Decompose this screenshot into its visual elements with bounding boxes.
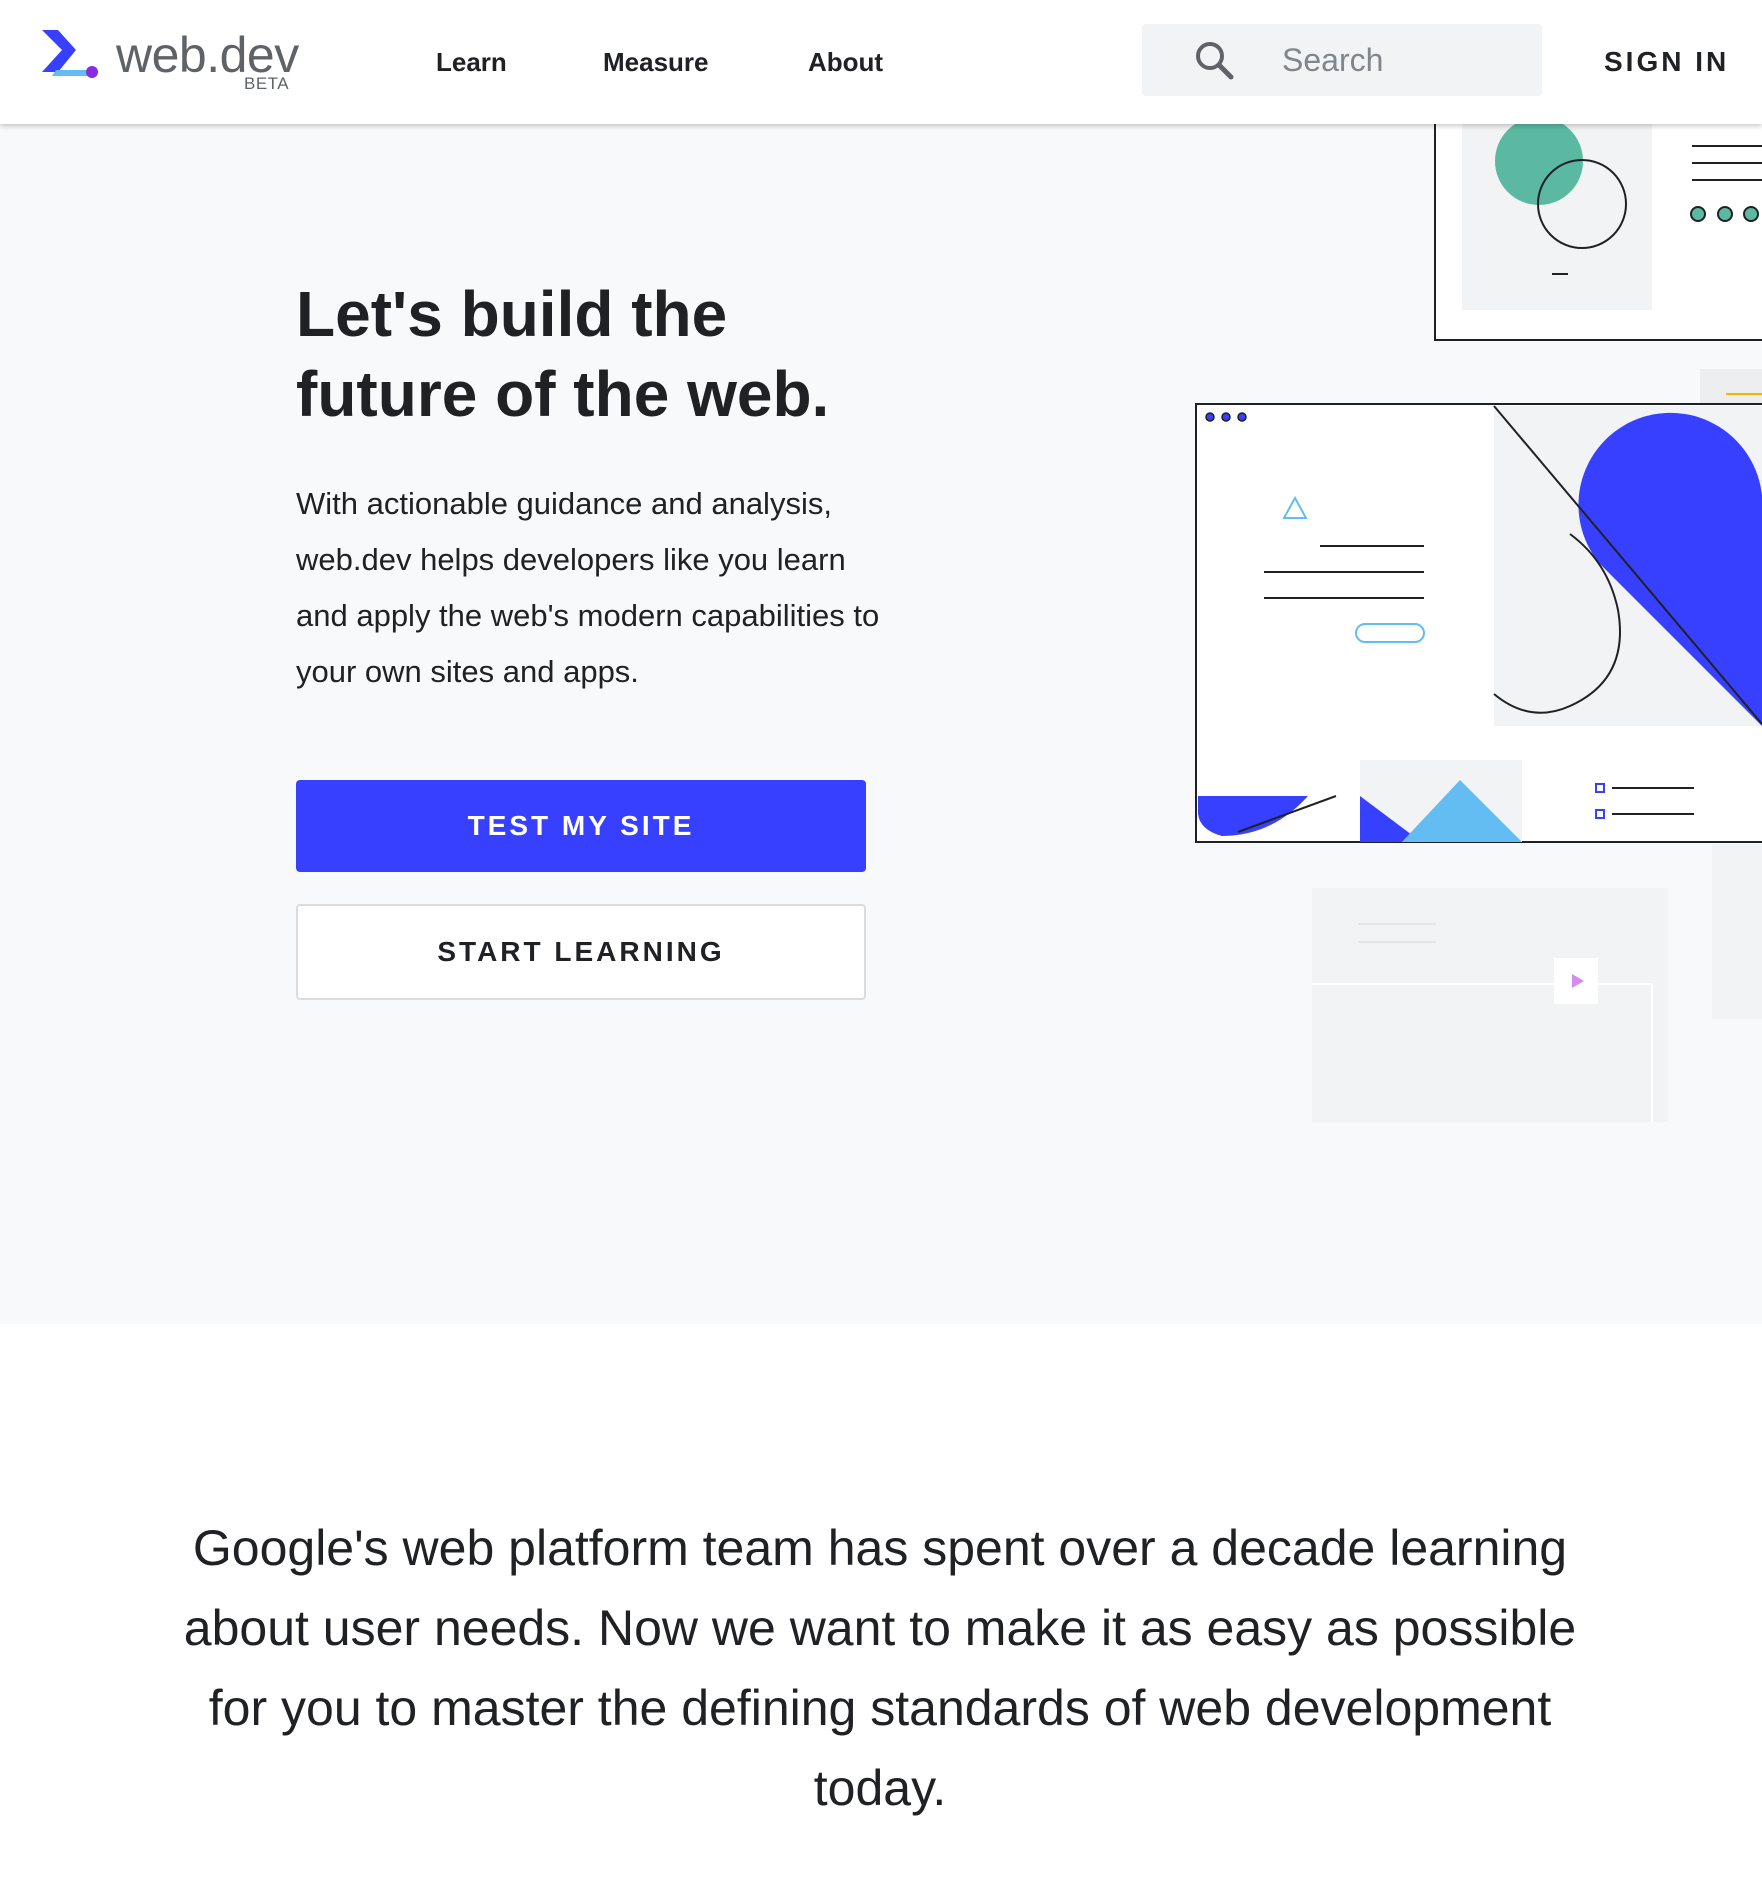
search-box[interactable]	[1142, 24, 1542, 96]
intro-statement: Google's web platform team has spent ove…	[183, 1520, 1577, 1816]
beta-badge: BETA	[244, 74, 290, 93]
web-dev-logo[interactable]: web.dev BETA	[40, 27, 300, 98]
start-learning-button[interactable]: START LEARNING	[296, 904, 866, 1000]
search-icon[interactable]	[1194, 40, 1234, 80]
hero-section: Let's build the future of the web. With …	[0, 124, 1762, 1324]
hero-description: With actionable guidance and analysis, w…	[296, 486, 880, 689]
nav-measure[interactable]: Measure	[603, 0, 709, 124]
hero-title-line-1: Let's build the	[296, 278, 728, 350]
video-card-graphic	[1312, 844, 1762, 1122]
search-input[interactable]	[1282, 38, 1522, 82]
site-header: web.dev BETA Learn Measure About SIGN IN	[0, 0, 1762, 124]
hero-illustration	[1195, 124, 1762, 1122]
hero-title-line-2: future of the web.	[296, 358, 830, 430]
sign-in-button[interactable]: SIGN IN	[1604, 0, 1729, 124]
test-my-site-button[interactable]: TEST MY SITE	[296, 780, 866, 872]
web-dev-logo-icon	[42, 30, 98, 78]
nav-learn[interactable]: Learn	[436, 0, 507, 124]
top-card-graphic	[1434, 124, 1762, 341]
nav-about[interactable]: About	[808, 0, 883, 124]
main-page-graphic	[1195, 403, 1762, 843]
hero-title: Let's build the future of the web.	[296, 274, 996, 434]
